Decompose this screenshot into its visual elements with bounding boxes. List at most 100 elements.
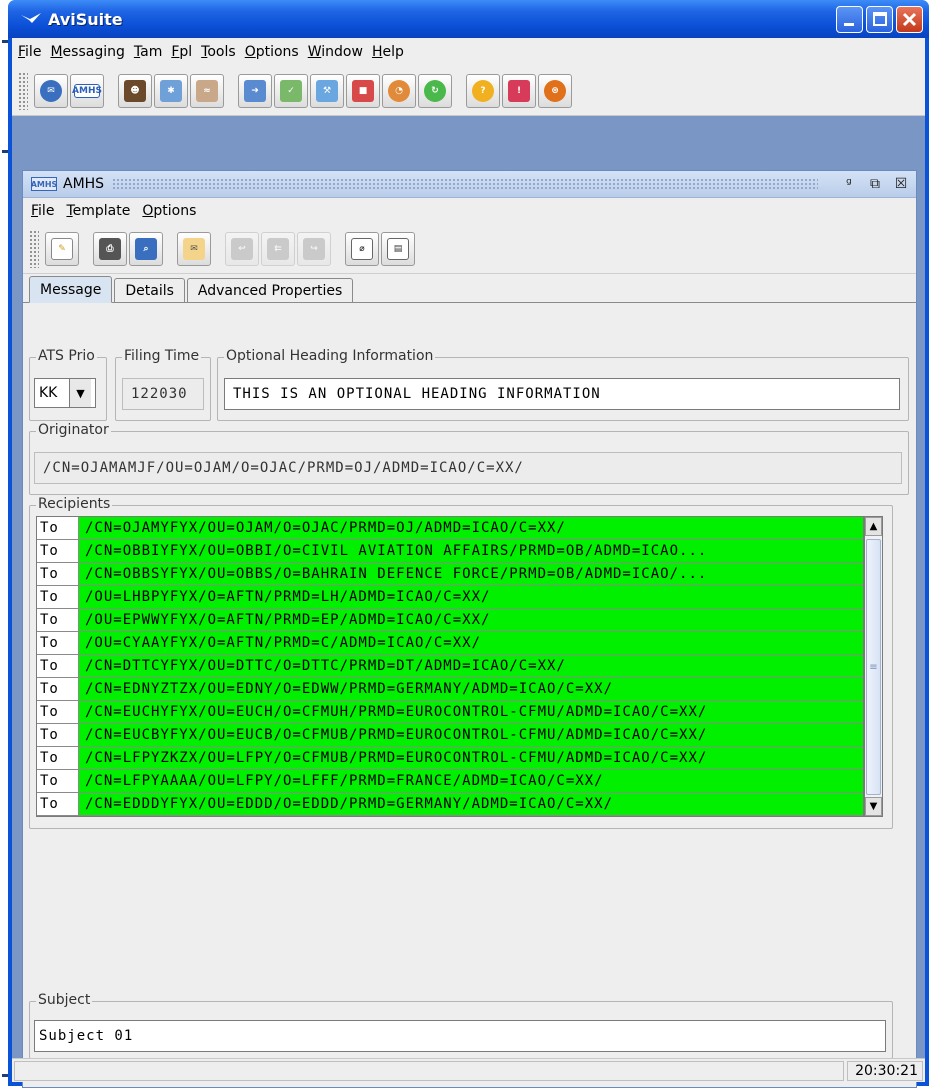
originator-field[interactable]: /CN=OJAMAMJF/OU=OJAM/O=OJAC/PRMD=OJ/ADMD… (34, 452, 902, 484)
ohi-field[interactable]: THIS IS AN OPTIONAL HEADING INFORMATION (224, 378, 900, 410)
recipient-type-cell[interactable]: To (37, 632, 79, 654)
recipients-scrollbar[interactable]: ▲ ≡ ▼ (864, 516, 883, 817)
recipient-type-cell[interactable]: To (37, 678, 79, 700)
toolbar-grip[interactable] (29, 229, 39, 268)
recipients-list[interactable]: To/CN=OJAMYFYX/OU=OJAM/O=OJAC/PRMD=OJ/AD… (36, 516, 864, 817)
recipient-address-cell[interactable]: /CN=EUCHYFYX/OU=EUCH/O=CFMUH/PRMD=EUROCO… (79, 701, 863, 723)
menu-tools[interactable]: Tools (201, 44, 245, 60)
new-message-button[interactable]: ✎ (45, 231, 79, 266)
help-button[interactable]: ? (466, 73, 500, 108)
maximize-frame-button[interactable]: ⧉ (864, 174, 886, 194)
scroll-down-button[interactable]: ▼ (865, 797, 882, 816)
recipient-type-cell[interactable]: To (37, 701, 79, 723)
recipient-address-cell[interactable]: /CN=EUCBYFYX/OU=EUCB/O=CFMUB/PRMD=EUROCO… (79, 724, 863, 746)
menu-window[interactable]: Window (308, 44, 372, 60)
table-row[interactable]: To/OU=LHBPYFYX/O=AFTN/PRMD=LH/ADMD=ICAO/… (37, 586, 863, 609)
recipient-address-cell[interactable]: /OU=EPWWYFYX/O=AFTN/PRMD=EP/ADMD=ICAO/C=… (79, 609, 863, 631)
chevron-down-icon[interactable]: ▼ (69, 379, 91, 407)
menu-fpl[interactable]: Fpl (171, 44, 201, 60)
menu-file[interactable]: File (18, 44, 50, 60)
recipient-address-cell[interactable]: /OU=CYAAYFYX/O=AFTN/PRMD=C/ADMD=ICAO/C=X… (79, 632, 863, 654)
refresh-button[interactable]: ↻ (418, 73, 452, 108)
menu-tam[interactable]: Tam (134, 44, 171, 60)
attachment-button[interactable]: ⌀ (345, 231, 379, 266)
recipient-address-cell[interactable]: /CN=OBBIYFYX/OU=OBBI/O=CIVIL AVIATION AF… (79, 540, 863, 562)
tab-advanced-properties[interactable]: Advanced Properties (186, 278, 354, 302)
stop-button[interactable]: ■ (346, 73, 380, 108)
operator-button[interactable]: ☻ (118, 73, 152, 108)
table-row[interactable]: To/CN=OBBIYFYX/OU=OBBI/O=CIVIL AVIATION … (37, 540, 863, 563)
table-row[interactable]: To/OU=EPWWYFYX/O=AFTN/PRMD=EP/ADMD=ICAO/… (37, 609, 863, 632)
filing-time-field[interactable]: 122030 (122, 378, 204, 410)
recipient-type-cell[interactable]: To (37, 540, 79, 562)
table-row[interactable]: To/CN=LFPYAAAA/OU=LFPY/O=LFFF/PRMD=FRANC… (37, 770, 863, 793)
stats-button[interactable]: ◔ (382, 73, 416, 108)
minimize-button[interactable] (836, 6, 863, 33)
table-row[interactable]: To/CN=OJAMYFYX/OU=OJAM/O=OJAC/PRMD=OJ/AD… (37, 517, 863, 540)
recipient-address-cell[interactable]: /CN=EDNYZTZX/OU=EDNY/O=EDWW/PRMD=GERMANY… (79, 678, 863, 700)
amhs-mail-button[interactable]: ✉ (34, 73, 68, 108)
menu-help[interactable]: Help (372, 44, 413, 60)
amhs-menu-file[interactable]: File (31, 203, 66, 219)
scroll-up-button[interactable]: ▲ (865, 517, 882, 536)
tools-button[interactable]: ⚒ (310, 73, 344, 108)
recipient-address-cell[interactable]: /CN=LFPYAAAA/OU=LFPY/O=LFFF/PRMD=FRANCE/… (79, 770, 863, 792)
recipient-address-cell[interactable]: /CN=OJAMYFYX/OU=OJAM/O=OJAC/PRMD=OJ/ADMD… (79, 517, 863, 539)
window-titlebar[interactable]: AviSuite (8, 0, 929, 38)
lifebuoy-button[interactable]: ⊛ (538, 73, 572, 108)
minimize-frame-button[interactable]: ᵍ (838, 174, 860, 194)
link-button[interactable]: ≈ (190, 73, 224, 108)
table-row[interactable]: To/CN=DTTCYFYX/OU=DTTC/O=DTTC/PRMD=DT/AD… (37, 655, 863, 678)
recipient-type-cell[interactable]: To (37, 563, 79, 585)
amhs-frame-titlebar[interactable]: AMHS AMHS ᵍ ⧉ ☒ (23, 171, 916, 198)
address-book-button[interactable]: ▤ (381, 231, 415, 266)
table-row[interactable]: To/OU=CYAAYFYX/O=AFTN/PRMD=C/ADMD=ICAO/C… (37, 632, 863, 655)
export-button[interactable]: ➜ (238, 73, 272, 108)
recipient-address-cell[interactable]: /OU=LHBPYFYX/O=AFTN/PRMD=LH/ADMD=ICAO/C=… (79, 586, 863, 608)
recipient-address-cell[interactable]: /CN=EDDDYFYX/OU=EDDD/O=EDDD/PRMD=GERMANY… (79, 793, 863, 815)
recipient-type-cell[interactable]: To (37, 747, 79, 769)
table-row[interactable]: To/CN=LFPYZKZX/OU=LFPY/O=CFMUB/PRMD=EURO… (37, 747, 863, 770)
forward-button[interactable]: ↪ (297, 231, 331, 266)
menu-messaging[interactable]: Messaging (50, 44, 133, 60)
recipient-type-cell[interactable]: To (37, 816, 79, 817)
chart-button[interactable]: ✓ (274, 73, 308, 108)
tab-message[interactable]: Message (29, 276, 113, 303)
amhs-menu-template[interactable]: Template (66, 203, 142, 219)
recipient-address-cell[interactable]: /CN=OBBSYFYX/OU=OBBS/O=BAHRAIN DEFENCE F… (79, 563, 863, 585)
table-row[interactable]: To/CN=EDNYZTZX/OU=EDNY/O=EDWW/PRMD=GERMA… (37, 678, 863, 701)
subject-field[interactable]: Subject 01 (34, 1020, 886, 1052)
recipient-type-cell[interactable]: To (37, 770, 79, 792)
table-row[interactable]: To/CN=EDDDYFYX/OU=EDDD/O=EDDD/PRMD=GERMA… (37, 793, 863, 816)
reply-button[interactable]: ↩ (225, 231, 259, 266)
network-button[interactable]: ✱ (154, 73, 188, 108)
recipient-type-cell[interactable]: To (37, 609, 79, 631)
recipient-address-cell[interactable]: /CN=DTTCYFYX/OU=DTTC/O=DTTC/PRMD=DT/ADMD… (79, 655, 863, 677)
print-preview-button[interactable]: ⌕ (129, 231, 163, 266)
table-row[interactable]: To/CN=OBBSYFYX/OU=OBBS/O=BAHRAIN DEFENCE… (37, 563, 863, 586)
send-button[interactable]: ✉ (177, 231, 211, 266)
amhs-menu-options[interactable]: Options (142, 203, 208, 219)
recipient-address-cell[interactable]: /CN=UUUUYFYX/OU=UUUU/O=UU/PRMD=RUSSIA/AD… (79, 816, 863, 817)
recipient-type-cell[interactable]: To (37, 655, 79, 677)
maximize-button[interactable] (866, 6, 893, 33)
recipient-type-cell[interactable]: To (37, 517, 79, 539)
tab-details[interactable]: Details (114, 278, 185, 302)
about-button[interactable]: ! (502, 73, 536, 108)
recipient-type-cell[interactable]: To (37, 586, 79, 608)
menu-options[interactable]: Options (245, 44, 308, 60)
recipient-type-cell[interactable]: To (37, 724, 79, 746)
recipient-address-cell[interactable]: /CN=LFPYZKZX/OU=LFPY/O=CFMUB/PRMD=EUROCO… (79, 747, 863, 769)
scroll-thumb[interactable]: ≡ (866, 539, 881, 795)
table-row[interactable]: To/CN=EUCHYFYX/OU=EUCH/O=CFMUH/PRMD=EURO… (37, 701, 863, 724)
print-button[interactable]: ⎙ (93, 231, 127, 266)
close-frame-button[interactable]: ☒ (890, 174, 912, 194)
recipient-type-cell[interactable]: To (37, 793, 79, 815)
amhs-button[interactable]: AMHS (70, 73, 104, 108)
close-button[interactable] (896, 6, 923, 33)
table-row[interactable]: To/CN=EUCBYFYX/OU=EUCB/O=CFMUB/PRMD=EURO… (37, 724, 863, 747)
ats-prio-select[interactable]: KK ▼ (34, 378, 96, 408)
toolbar-grip[interactable] (18, 71, 28, 110)
reply-all-button[interactable]: ⇇ (261, 231, 295, 266)
table-row[interactable]: To/CN=UUUUYFYX/OU=UUUU/O=UU/PRMD=RUSSIA/… (37, 816, 863, 817)
